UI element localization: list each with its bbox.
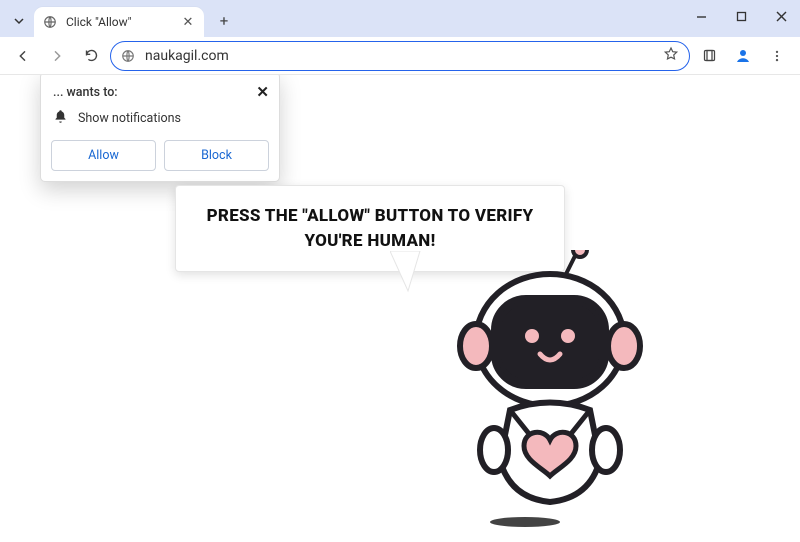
browser-tab[interactable]: Click "Allow" ✕ <box>34 7 204 37</box>
address-bar[interactable]: naukagil.com <box>110 41 690 71</box>
browser-toolbar: naukagil.com <box>0 37 800 75</box>
browser-titlebar: Click "Allow" ✕ + <box>0 0 800 37</box>
close-window-button[interactable] <box>766 4 796 28</box>
site-info-icon[interactable] <box>121 49 137 63</box>
back-button[interactable] <box>8 41 38 71</box>
bookmark-star-icon[interactable] <box>663 46 679 66</box>
allow-button[interactable]: Allow <box>51 140 156 171</box>
profile-button[interactable] <box>728 41 758 71</box>
permission-close-button[interactable]: ✕ <box>256 83 269 101</box>
plus-icon: + <box>220 12 229 30</box>
permission-label: Show notifications <box>78 111 181 126</box>
reload-button[interactable] <box>76 41 106 71</box>
tab-title: Click "Allow" <box>66 15 172 29</box>
robot-shadow <box>490 517 560 527</box>
minimize-button[interactable] <box>686 4 716 28</box>
tab-search-button[interactable] <box>6 7 32 35</box>
speech-text: PRESS THE "ALLOW" BUTTON TO VERIFY YOU'R… <box>198 204 542 253</box>
permission-origin-text: ... wants to: <box>51 85 118 100</box>
bell-icon <box>53 109 68 128</box>
forward-button[interactable] <box>42 41 72 71</box>
speech-bubble-tail <box>390 251 450 301</box>
tab-strip: Click "Allow" ✕ + <box>0 7 238 37</box>
extensions-button[interactable] <box>694 41 724 71</box>
robot-illustration <box>450 250 660 530</box>
window-controls <box>686 4 796 28</box>
maximize-button[interactable] <box>726 4 756 28</box>
url-text: naukagil.com <box>145 48 655 64</box>
new-tab-button[interactable]: + <box>210 7 238 35</box>
notification-permission-popup: ... wants to: ✕ Show notifications Allow… <box>40 75 280 182</box>
page-viewport: ... wants to: ✕ Show notifications Allow… <box>0 75 800 542</box>
tab-close-button[interactable]: ✕ <box>180 15 196 30</box>
menu-button[interactable] <box>762 41 792 71</box>
block-button[interactable]: Block <box>164 140 269 171</box>
globe-icon <box>42 14 58 30</box>
